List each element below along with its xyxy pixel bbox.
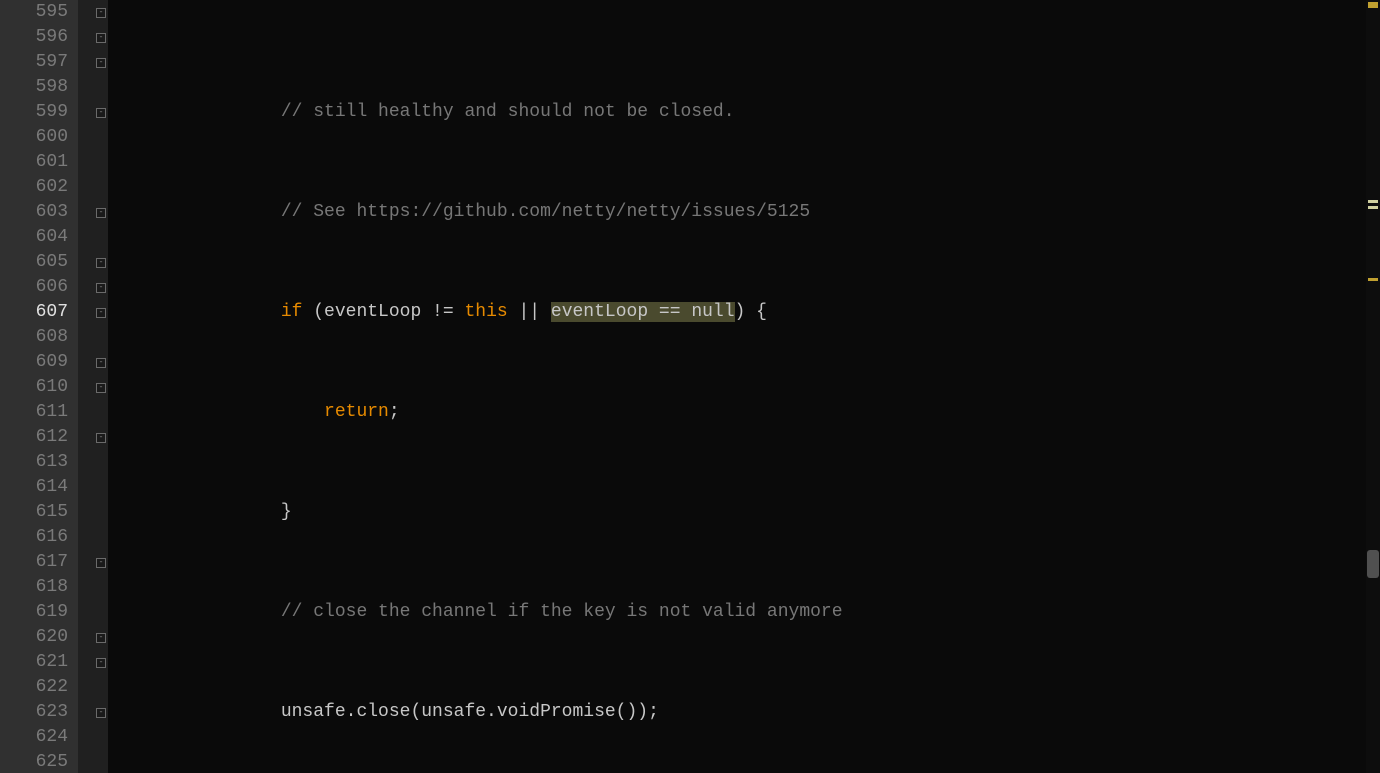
line-number: 622 [0, 675, 78, 700]
line-number: 598 [0, 75, 78, 100]
line-number: 603 [0, 200, 78, 225]
line-number: 607 [0, 300, 78, 325]
fold-handle-icon[interactable]: - [96, 558, 106, 568]
line-number: 602 [0, 175, 78, 200]
code-line[interactable]: } [108, 500, 1380, 525]
code-editor[interactable]: 5955965975985996006016026036046056066076… [0, 0, 1380, 773]
scroll-mark [1368, 206, 1378, 209]
line-number: 619 [0, 600, 78, 625]
line-number: 608 [0, 325, 78, 350]
scroll-mark [1368, 200, 1378, 203]
line-number: 596 [0, 25, 78, 50]
line-number: 605 [0, 250, 78, 275]
fold-handle-icon[interactable]: - [96, 433, 106, 443]
line-number: 595 [0, 0, 78, 25]
line-number: 624 [0, 725, 78, 750]
line-number: 609 [0, 350, 78, 375]
code-line[interactable]: // See https://github.com/netty/netty/is… [108, 200, 1380, 225]
code-line[interactable]: if (eventLoop != this || eventLoop == nu… [108, 300, 1380, 325]
scrollbar-map[interactable] [1366, 0, 1380, 773]
line-number: 625 [0, 750, 78, 773]
code-line[interactable]: // still healthy and should not be close… [108, 100, 1380, 125]
keyword-if: if [281, 302, 303, 322]
scroll-mark [1368, 278, 1378, 281]
code-line[interactable]: unsafe.close(unsafe.voidPromise()); [108, 700, 1380, 725]
fold-handle-icon[interactable]: - [96, 308, 106, 318]
line-number: 614 [0, 475, 78, 500]
line-number: 612 [0, 425, 78, 450]
fold-handle-icon[interactable]: - [96, 58, 106, 68]
code-line[interactable]: return; [108, 400, 1380, 425]
fold-handle-icon[interactable]: - [96, 383, 106, 393]
line-number-column: 5955965975985996006016026036046056066076… [0, 0, 78, 773]
scroll-mark [1368, 2, 1378, 8]
scrollbar-thumb[interactable] [1367, 550, 1379, 578]
keyword-return: return [324, 402, 389, 422]
fold-handle-icon[interactable]: - [96, 8, 106, 18]
line-number: 611 [0, 400, 78, 425]
fold-handle-icon[interactable]: - [96, 358, 106, 368]
line-number: 601 [0, 150, 78, 175]
code-line[interactable]: // close the channel if the key is not v… [108, 600, 1380, 625]
line-number: 610 [0, 375, 78, 400]
line-number: 617 [0, 550, 78, 575]
fold-column: - - - - - - - - - - - - - - - [78, 0, 108, 773]
line-number: 600 [0, 125, 78, 150]
code-area[interactable]: // still healthy and should not be close… [108, 0, 1380, 773]
fold-handle-icon[interactable]: - [96, 658, 106, 668]
comment: // still healthy and should not be close… [108, 102, 735, 122]
fold-handle-icon[interactable]: - [96, 708, 106, 718]
line-number: 599 [0, 100, 78, 125]
fold-handle-icon[interactable]: - [96, 633, 106, 643]
line-number: 597 [0, 50, 78, 75]
fold-handle-icon[interactable]: - [96, 33, 106, 43]
line-number: 615 [0, 500, 78, 525]
line-number: 613 [0, 450, 78, 475]
search-highlight: eventLoop == null [551, 302, 735, 322]
fold-handle-icon[interactable]: - [96, 283, 106, 293]
keyword-this: this [464, 302, 507, 322]
comment: // See https://github.com/netty/netty/is… [108, 202, 810, 222]
line-number: 618 [0, 575, 78, 600]
fold-handle-icon[interactable]: - [96, 258, 106, 268]
line-number: 606 [0, 275, 78, 300]
fold-handle-icon[interactable]: - [96, 108, 106, 118]
line-number: 604 [0, 225, 78, 250]
line-number: 620 [0, 625, 78, 650]
line-number: 623 [0, 700, 78, 725]
line-number: 616 [0, 525, 78, 550]
editor-gutter: 5955965975985996006016026036046056066076… [0, 0, 108, 773]
fold-handle-icon[interactable]: - [96, 208, 106, 218]
line-number: 621 [0, 650, 78, 675]
comment: // close the channel if the key is not v… [108, 602, 843, 622]
